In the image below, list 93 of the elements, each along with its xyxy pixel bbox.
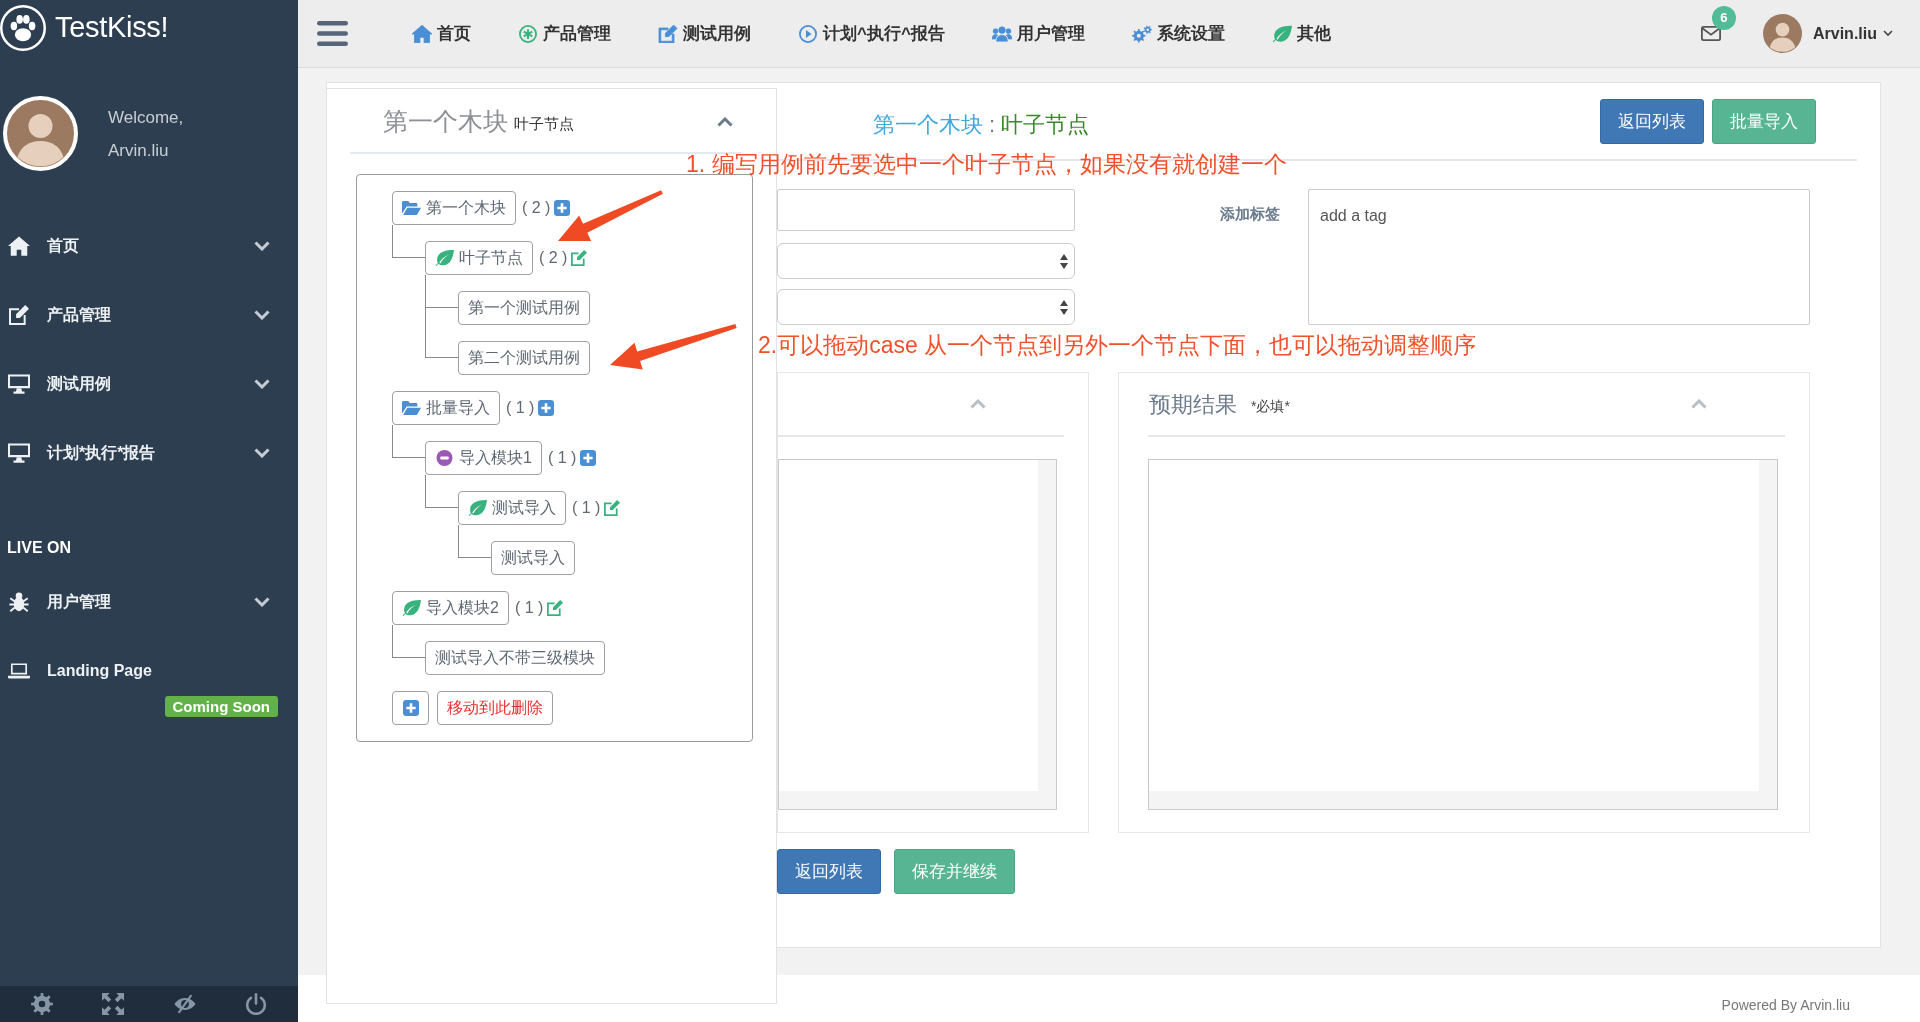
panel-title: 预期结果: [1149, 390, 1237, 419]
annotation-text: 2.可以拖动case 从一个节点到另外一个节点下面，也可以拖动调整顺序: [758, 331, 1477, 359]
chevron-up-icon[interactable]: [1691, 399, 1707, 409]
text-field[interactable]: [777, 189, 1075, 231]
users-icon: [991, 24, 1012, 43]
leaf-icon: [435, 250, 454, 266]
menu-item[interactable]: Landing Page: [8, 646, 270, 696]
tree-node[interactable]: 导入模块2: [392, 591, 509, 625]
laptop-icon: [8, 661, 30, 681]
menu-icon[interactable]: [317, 21, 348, 46]
tree-node[interactable]: 导入模块1: [425, 441, 542, 475]
node-count: ( 1 ): [547, 448, 577, 468]
user-name[interactable]: Arvin.liu: [1813, 21, 1877, 46]
edit-icon: [658, 24, 678, 43]
chevron-up-icon[interactable]: [717, 116, 733, 127]
fullscreen-icon[interactable]: [102, 993, 125, 1015]
add-icon: [402, 700, 419, 716]
add-node-button[interactable]: [392, 691, 429, 725]
menu-item[interactable]: 测试用例: [8, 349, 270, 418]
section-heading: LIVE ON: [6, 538, 72, 558]
leaf-icon: [1271, 24, 1292, 43]
select-field[interactable]: [777, 289, 1075, 325]
edit-icon[interactable]: [547, 600, 564, 616]
back-button[interactable]: 返回列表: [777, 849, 881, 894]
leaf-icon: [402, 600, 421, 616]
sort-arrows-icon: [1060, 253, 1068, 269]
nav-link[interactable]: 计划^执行^报告: [798, 20, 945, 47]
welcome-text: Welcome,: [108, 106, 184, 129]
tag-field[interactable]: add a tag: [1308, 189, 1810, 325]
edit-icon: [8, 304, 30, 325]
tree-node[interactable]: 第一个测试用例: [458, 291, 590, 325]
menu-item[interactable]: 计划*执行*报告: [8, 418, 270, 487]
footer-credit: Powered By Arvin.liu: [1721, 996, 1850, 1015]
minus-circle-icon: [435, 450, 454, 466]
nav-link[interactable]: 首页: [412, 20, 471, 47]
panel-title: 第一个木块: [383, 105, 508, 137]
mail-icon[interactable]: [1701, 26, 1721, 41]
asterisk-icon: [518, 24, 538, 43]
menu-item[interactable]: 首页: [8, 211, 270, 280]
nav-link[interactable]: 产品管理: [518, 20, 611, 47]
message-count-badge: 6: [1712, 6, 1736, 30]
edit-icon[interactable]: [604, 500, 621, 516]
monitor-icon: [8, 442, 30, 463]
home-icon: [8, 235, 30, 256]
field-label: 添加标签: [1219, 204, 1280, 224]
nav-link[interactable]: 系统设置: [1131, 20, 1225, 47]
add-icon[interactable]: [580, 450, 597, 466]
brand-name: TestKiss!: [55, 10, 169, 46]
tree-node[interactable]: 测试导入不带三级模块: [425, 641, 605, 675]
back-button[interactable]: 返回列表: [1600, 99, 1704, 144]
power-icon[interactable]: [245, 993, 268, 1015]
annotation-text: 1. 编写用例前先要选中一个叶子节点，如果没有就创建一个: [686, 150, 1287, 178]
menu-item[interactable]: 产品管理: [8, 280, 270, 349]
caret-icon[interactable]: [1883, 30, 1893, 37]
tree-node[interactable]: 叶子节点: [425, 241, 533, 275]
bug-icon: [8, 591, 30, 612]
node-count: ( 2 ): [539, 248, 568, 268]
folder-icon: [402, 400, 421, 416]
home-icon: [412, 24, 432, 43]
eye-slash-icon[interactable]: [173, 993, 196, 1015]
node-count: ( 1 ): [514, 598, 544, 618]
delete-drop-button[interactable]: 移动到此删除: [437, 691, 553, 725]
tree-node[interactable]: 测试导入: [491, 541, 575, 575]
tree-node[interactable]: 批量导入: [392, 391, 500, 425]
play-icon: [798, 24, 818, 43]
required-note: *必填*: [1251, 396, 1290, 416]
sort-arrows-icon: [1060, 299, 1068, 315]
monitor-icon: [8, 373, 30, 394]
user-avatar[interactable]: [1763, 14, 1802, 53]
nav-link[interactable]: 其他: [1271, 20, 1331, 47]
paw-logo-icon: [0, 5, 46, 51]
gears-icon: [1131, 24, 1152, 43]
status-badge: Coming Soon: [164, 696, 278, 717]
node-count: ( 1 ): [506, 398, 535, 418]
node-count: ( 1 ): [572, 498, 601, 518]
leaf-icon: [468, 500, 487, 516]
select-field[interactable]: [777, 243, 1075, 279]
node-count: ( 2 ): [522, 198, 551, 218]
page-title: 第一个木块 : 叶子节点: [873, 111, 1090, 139]
folder-icon: [402, 200, 421, 216]
add-icon[interactable]: [538, 400, 555, 416]
nav-link[interactable]: 用户管理: [991, 20, 1085, 47]
tree-node[interactable]: 第一个木块: [392, 191, 516, 225]
tree-node[interactable]: 测试导入: [458, 491, 566, 525]
panel-subtitle: 叶子节点: [514, 114, 574, 135]
menu-item[interactable]: 用户管理: [8, 567, 270, 636]
edit-icon[interactable]: [571, 250, 588, 266]
settings-icon[interactable]: [30, 993, 53, 1015]
tree-node[interactable]: 第二个测试用例: [458, 341, 590, 375]
chevron-up-icon[interactable]: [970, 399, 986, 409]
nav-link[interactable]: 测试用例: [658, 20, 751, 47]
user-name: Arvin.liu: [108, 139, 170, 162]
add-icon[interactable]: [554, 200, 571, 216]
